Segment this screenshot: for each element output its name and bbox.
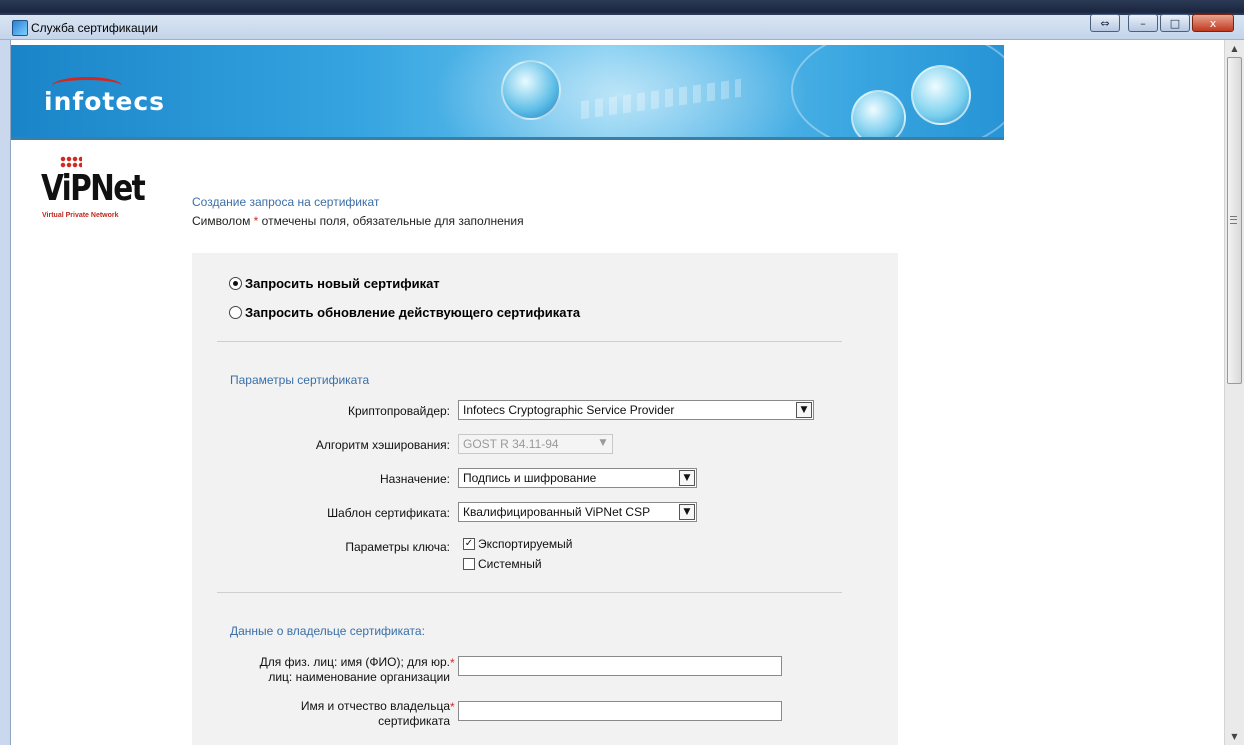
vipnet-logo: ViPNet Virtual Private Network [41,156,146,226]
divider [217,341,842,342]
scrollbar-grip-icon [1230,216,1237,224]
request-form-panel: Запросить новый сертификат Запросить обн… [192,253,898,745]
radio-renew-certificate[interactable]: Запросить обновление действующего сертиф… [229,305,580,320]
chevron-down-icon: ▼ [599,438,607,448]
required-marker: * [450,700,455,714]
purpose-select[interactable]: Подпись и шифрование ▼ [458,468,697,488]
radio-empty-icon[interactable] [229,306,242,319]
window-title-strip [0,15,1244,40]
provider-label: Криптопровайдер: [347,404,450,418]
cert-params-section-title: Параметры сертификата [230,373,370,387]
close-button[interactable]: x [1192,14,1234,32]
minimize-button[interactable]: – [1128,14,1158,32]
checkbox-exportable[interactable]: ✓ Экспортируемый [463,537,572,551]
globe-icon [501,60,561,120]
required-fields-note: Символом * отмечены поля, обязательные д… [192,214,524,228]
checkbox-empty-icon[interactable] [463,558,475,570]
template-select[interactable]: Квалифицированный ViPNet CSP ▼ [458,502,697,522]
purpose-label: Назначение: [379,472,450,486]
owner-name-label: Для физ. лиц: имя (ФИО); для юр. лиц: на… [259,655,450,684]
checkbox-system[interactable]: Системный [463,557,542,571]
hash-algorithm-select: GOST R 34.11-94 ▼ [458,434,613,454]
header-banner: infotecs [11,45,1004,140]
vertical-scrollbar[interactable]: ▲ ▼ [1224,40,1244,745]
chevron-down-icon[interactable]: ▼ [679,504,695,520]
owner-name-input[interactable] [458,656,782,676]
required-marker: * [450,656,455,670]
radio-selected-icon[interactable] [229,277,242,290]
app-icon [12,20,28,36]
scroll-down-icon[interactable]: ▼ [1225,728,1244,745]
hash-algorithm-label: Алгоритм хэширования: [315,438,450,452]
key-params-label: Параметры ключа: [345,540,450,554]
template-label: Шаблон сертификата: [327,506,450,520]
owner-section-title: Данные о владельце сертификата: [230,624,425,638]
window-controls: ⇔ – □ x [1090,14,1234,32]
window-title: Служба сертификации [31,21,158,35]
chevron-down-icon[interactable]: ▼ [796,402,812,418]
globe-icon [851,90,906,137]
infotecs-logo: infotecs [44,77,165,116]
chevron-down-icon[interactable]: ▼ [679,470,695,486]
scroll-up-icon[interactable]: ▲ [1225,40,1244,57]
maximize-button[interactable]: □ [1160,14,1190,32]
provider-select[interactable]: Infotecs Cryptographic Service Provider … [458,400,814,420]
window-frame-left [0,40,11,745]
checkbox-checked-icon[interactable]: ✓ [463,538,475,550]
radio-new-certificate[interactable]: Запросить новый сертификат [229,276,440,291]
owner-patronymic-input[interactable] [458,701,782,721]
divider [217,592,842,593]
page-title: Создание запроса на сертификат [192,195,380,209]
resize-button[interactable]: ⇔ [1090,14,1120,32]
globe-icon [911,65,971,125]
page-viewport: infotecs ViPNet Virtual Private Network … [11,40,1224,745]
owner-patronymic-label: Имя и отчество владельца сертификата [300,699,450,728]
